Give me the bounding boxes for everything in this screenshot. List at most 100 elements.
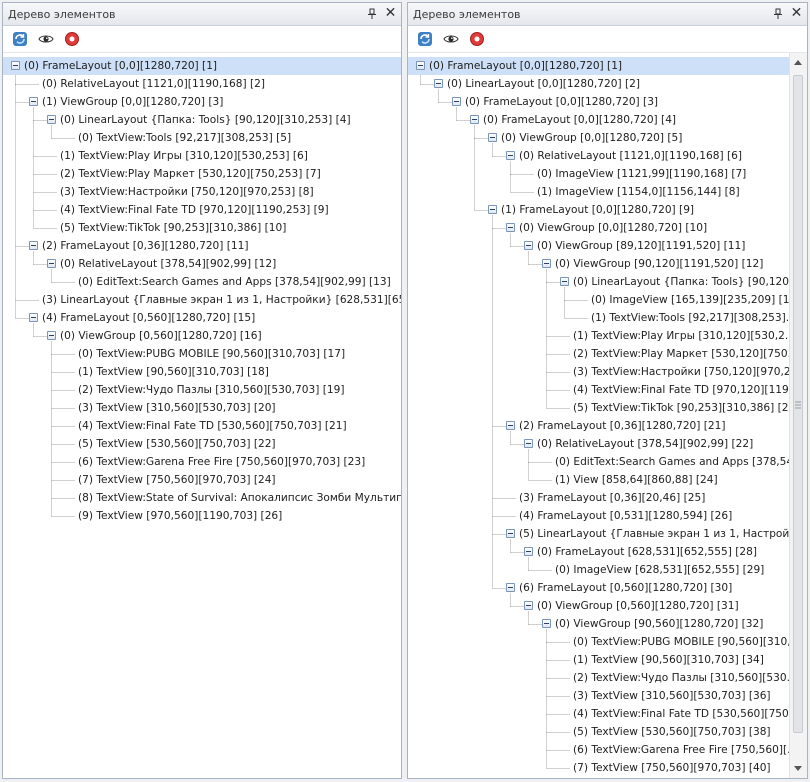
- collapse-toggle-icon[interactable]: [506, 151, 515, 160]
- tree-node[interactable]: (0) ImageView [1121,99][1190,168] [7]: [535, 165, 748, 183]
- tree-node[interactable]: (0) ViewGroup [89,120][1191,520] [11]: [535, 237, 747, 255]
- collapse-toggle-icon[interactable]: [47, 115, 56, 124]
- close-icon[interactable]: ✕: [790, 6, 803, 20]
- tree-node[interactable]: (3) TextView [310,560][530,703] [20]: [76, 399, 278, 417]
- collapse-toggle-icon[interactable]: [506, 421, 515, 430]
- tree-node[interactable]: (3) TextView [310,560][530,703] [36]: [571, 687, 773, 705]
- tree-node[interactable]: (4) TextView:Final Fate TD [970,120][119…: [571, 381, 790, 399]
- vertical-scrollbar[interactable]: [789, 53, 807, 778]
- tree-node[interactable]: (3) LinearLayout {Главные экран 1 из 1, …: [40, 291, 401, 309]
- eye-icon[interactable]: [443, 31, 459, 47]
- tree-node[interactable]: (1) View [858,64][860,88] [24]: [553, 471, 720, 489]
- tree-node[interactable]: (2) TextView:Play Маркет [530,120][750..…: [571, 345, 790, 363]
- tree-node[interactable]: (0) FrameLayout [0,0][1280,720] [3]: [463, 93, 660, 111]
- collapse-toggle-icon[interactable]: [524, 601, 533, 610]
- collapse-toggle-icon[interactable]: [29, 97, 38, 106]
- tree-node[interactable]: (4) TextView:Final Fate TD [530,560][750…: [571, 705, 790, 723]
- collapse-toggle-icon[interactable]: [506, 223, 515, 232]
- tree-node[interactable]: (6) TextView:Garena Free Fire [750,560][…: [571, 741, 790, 759]
- collapse-toggle-icon[interactable]: [452, 97, 461, 106]
- tree-node[interactable]: (4) TextView:Final Fate TD [530,560][750…: [76, 417, 349, 435]
- tree-node[interactable]: (0) LinearLayout [0,0][1280,720] [2]: [445, 75, 642, 93]
- collapse-toggle-icon[interactable]: [506, 583, 515, 592]
- tree-node[interactable]: (1) FrameLayout [0,0][1280,720] [9]: [499, 201, 696, 219]
- tree-node[interactable]: (5) TextView:TikTok [90,253][310,386] [1…: [58, 219, 288, 237]
- tree-node[interactable]: (2) TextView:Чудо Пазлы [310,560][530...: [571, 669, 790, 687]
- collapse-toggle-icon[interactable]: [524, 547, 533, 556]
- tree-node[interactable]: (0) LinearLayout {Папка: Tools} [90,120]…: [58, 111, 353, 129]
- tree-node[interactable]: (0) TextView:Tools [92,217][308,253] [5]: [76, 129, 293, 147]
- tree-node[interactable]: (1) ViewGroup [0,0][1280,720] [3]: [40, 93, 225, 111]
- tree-node[interactable]: (0) FrameLayout [628,531][652,555] [28]: [535, 543, 759, 561]
- eye-icon[interactable]: [38, 31, 54, 47]
- tree-node[interactable]: (0) ViewGroup [90,120][1191,520] [12]: [553, 255, 765, 273]
- tree-node[interactable]: (0) LinearLayout {Папка: Tools} [90,120]…: [571, 273, 790, 291]
- tree-node[interactable]: (0) ViewGroup [0,0][1280,720] [10]: [517, 219, 709, 237]
- tree-node[interactable]: (0) RelativeLayout [1121,0][1190,168] [2…: [40, 75, 267, 93]
- tree-node[interactable]: (0) TextView:PUBG MOBILE [90,560][310,70…: [76, 345, 347, 363]
- tree-node[interactable]: (0) ImageView [628,531][652,555] [29]: [553, 561, 766, 579]
- stop-icon[interactable]: [64, 31, 80, 47]
- collapse-toggle-icon[interactable]: [524, 439, 533, 448]
- tree-node[interactable]: (4) FrameLayout [0,531][1280,594] [26]: [517, 507, 734, 525]
- pin-icon[interactable]: [773, 8, 783, 19]
- tree-node[interactable]: (0) FrameLayout [0,0][1280,720] [1]: [3, 57, 401, 75]
- collapse-toggle-icon[interactable]: [47, 331, 56, 340]
- tree-node[interactable]: (0) EditText:Search Games and Apps [378,…: [553, 453, 790, 471]
- tree-node[interactable]: (5) TextView [530,560][750,703] [22]: [76, 435, 278, 453]
- tree-node[interactable]: (0) TextView:PUBG MOBILE [90,560][310,..…: [571, 633, 790, 651]
- collapse-toggle-icon[interactable]: [29, 241, 38, 250]
- tree-node[interactable]: (3) FrameLayout [0,36][20,46] [25]: [517, 489, 707, 507]
- collapse-toggle-icon[interactable]: [47, 259, 56, 268]
- collapse-toggle-icon[interactable]: [416, 61, 425, 70]
- collapse-toggle-icon[interactable]: [29, 313, 38, 322]
- scrollbar-thumb[interactable]: [793, 75, 803, 733]
- tree-node[interactable]: (0) ViewGroup [0,560][1280,720] [31]: [535, 597, 741, 615]
- tree-node[interactable]: (1) TextView:Play Игры [310,120][530,253…: [58, 147, 310, 165]
- collapse-toggle-icon[interactable]: [488, 133, 497, 142]
- pin-icon[interactable]: [367, 8, 377, 19]
- scroll-up-arrow-icon[interactable]: [794, 60, 802, 65]
- tree-node[interactable]: (0) ImageView [165,139][235,209] [14]: [589, 291, 790, 309]
- tree-node[interactable]: (2) TextView:Чудо Пазлы [310,560][530,70…: [76, 381, 347, 399]
- tree-node[interactable]: (6) TextView:Garena Free Fire [750,560][…: [76, 453, 367, 471]
- tree-node[interactable]: (2) FrameLayout [0,36][1280,720] [11]: [40, 237, 251, 255]
- tree-node[interactable]: (0) RelativeLayout [378,54][902,99] [22]: [535, 435, 755, 453]
- element-tree[interactable]: (0) FrameLayout [0,0][1280,720] [1] (0) R…: [3, 53, 401, 778]
- tree-node[interactable]: (1) TextView [90,560][310,703] [34]: [571, 651, 766, 669]
- tree-node[interactable]: (2) TextView:Play Маркет [530,120][750,2…: [58, 165, 323, 183]
- collapse-toggle-icon[interactable]: [542, 619, 551, 628]
- element-tree[interactable]: (0) FrameLayout [0,0][1280,720] [1] (0) L…: [408, 53, 790, 778]
- collapse-toggle-icon[interactable]: [560, 277, 569, 286]
- collapse-toggle-icon[interactable]: [524, 241, 533, 250]
- tree-node[interactable]: (0) ViewGroup [90,560][1280,720] [32]: [553, 615, 765, 633]
- collapse-toggle-icon[interactable]: [470, 115, 479, 124]
- tree-node[interactable]: (5) LinearLayout {Главные экран 1 из 1, …: [517, 525, 790, 543]
- tree-node[interactable]: (3) TextView:Настройки [750,120][970,2..…: [571, 363, 790, 381]
- stop-icon[interactable]: [469, 31, 485, 47]
- tree-node[interactable]: (7) TextView [750,560][970,703] [40]: [571, 759, 773, 777]
- tree-node[interactable]: (6) FrameLayout [0,560][1280,720] [30]: [517, 579, 734, 597]
- tree-node[interactable]: (4) FrameLayout [0,560][1280,720] [15]: [40, 309, 257, 327]
- tree-node[interactable]: (0) FrameLayout [0,0][1280,720] [4]: [481, 111, 678, 129]
- tree-node[interactable]: (0) ViewGroup [0,0][1280,720] [5]: [499, 129, 684, 147]
- tree-node[interactable]: (0) ViewGroup [0,560][1280,720] [16]: [58, 327, 264, 345]
- tree-node[interactable]: (5) TextView [530,560][750,703] [38]: [571, 723, 773, 741]
- scroll-down-arrow-icon[interactable]: [794, 766, 802, 771]
- collapse-toggle-icon[interactable]: [542, 259, 551, 268]
- refresh-icon[interactable]: [12, 31, 28, 47]
- tree-node[interactable]: (8) TextView:State of Survival: Апокалип…: [76, 489, 401, 507]
- collapse-toggle-icon[interactable]: [506, 529, 515, 538]
- tree-node[interactable]: (5) TextView:TikTok [90,253][310,386] [2…: [571, 399, 790, 417]
- tree-node[interactable]: (3) TextView:Настройки [750,120][970,253…: [58, 183, 316, 201]
- tree-node[interactable]: (0) FrameLayout [0,0][1280,720] [1]: [408, 57, 790, 75]
- tree-node[interactable]: (1) TextView:Play Игры [310,120][530,2..…: [571, 327, 790, 345]
- tree-node[interactable]: (0) RelativeLayout [1121,0][1190,168] [6…: [517, 147, 744, 165]
- tree-node[interactable]: (7) TextView [750,560][970,703] [24]: [76, 471, 278, 489]
- tree-node[interactable]: (1) ImageView [1154,0][1156,144] [8]: [535, 183, 742, 201]
- tree-node[interactable]: (0) RelativeLayout [378,54][902,99] [12]: [58, 255, 278, 273]
- tree-node[interactable]: (0) EditText:Search Games and Apps [378,…: [76, 273, 393, 291]
- tree-node[interactable]: (9) TextView [970,560][1190,703] [26]: [76, 507, 284, 525]
- close-icon[interactable]: ✕: [384, 6, 397, 20]
- tree-node[interactable]: (1) TextView [90,560][310,703] [18]: [76, 363, 271, 381]
